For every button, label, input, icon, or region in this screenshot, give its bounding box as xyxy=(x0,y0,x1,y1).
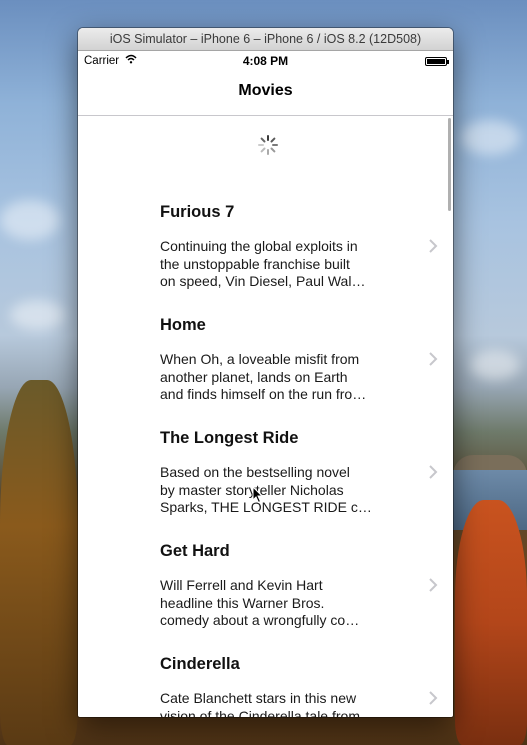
movie-title: The Longest Ride xyxy=(160,429,299,447)
window-title: iOS Simulator – iPhone 6 – iPhone 6 / iO… xyxy=(109,32,422,46)
chevron-right-icon xyxy=(429,465,438,479)
status-time: 4:08 PM xyxy=(242,54,289,68)
movie-synopsis: Cate Blanchett stars in this new vision o… xyxy=(160,690,360,717)
list-item[interactable]: Get Hard Will Ferrell and Kevin Hart head… xyxy=(78,537,453,650)
chevron-right-icon xyxy=(429,691,438,705)
mouse-pointer-icon xyxy=(252,486,264,504)
movie-synopsis: When Oh, a loveable misfit from another p… xyxy=(160,351,367,402)
chevron-right-icon xyxy=(429,239,438,253)
chevron-right-icon xyxy=(429,352,438,366)
window-titlebar[interactable]: iOS Simulator – iPhone 6 – iPhone 6 / iO… xyxy=(78,28,453,51)
movie-synopsis: Based on the bestselling novel by master … xyxy=(160,464,372,515)
movie-synopsis: Continuing the global exploits in the uns… xyxy=(160,238,366,289)
movie-title: Home xyxy=(160,316,206,334)
battery-icon xyxy=(425,57,449,66)
loading-spinner-icon xyxy=(258,135,278,155)
movie-list-view[interactable]: Furious 7 Continuing the global exploits… xyxy=(78,116,453,717)
status-bar: Carrier 4:08 PM xyxy=(78,51,453,71)
navigation-bar: Movies xyxy=(78,71,453,116)
movie-list: Furious 7 Continuing the global exploits… xyxy=(78,198,453,717)
simulator-window: iOS Simulator – iPhone 6 – iPhone 6 / iO… xyxy=(78,28,453,717)
movie-title: Get Hard xyxy=(160,542,230,560)
page-title: Movies xyxy=(238,82,293,99)
movie-synopsis: Will Ferrell and Kevin Hart headline this… xyxy=(160,577,360,628)
list-item[interactable]: Cinderella Cate Blanchett stars in this … xyxy=(78,650,453,717)
movie-title: Cinderella xyxy=(160,655,240,673)
movie-title: Furious 7 xyxy=(160,203,235,221)
list-item[interactable]: Home When Oh, a loveable misfit from anot… xyxy=(78,311,453,424)
list-item[interactable]: Furious 7 Continuing the global exploits… xyxy=(78,198,453,311)
list-item[interactable]: The Longest Ride Based on the bestsellin… xyxy=(78,424,453,537)
chevron-right-icon xyxy=(429,578,438,592)
